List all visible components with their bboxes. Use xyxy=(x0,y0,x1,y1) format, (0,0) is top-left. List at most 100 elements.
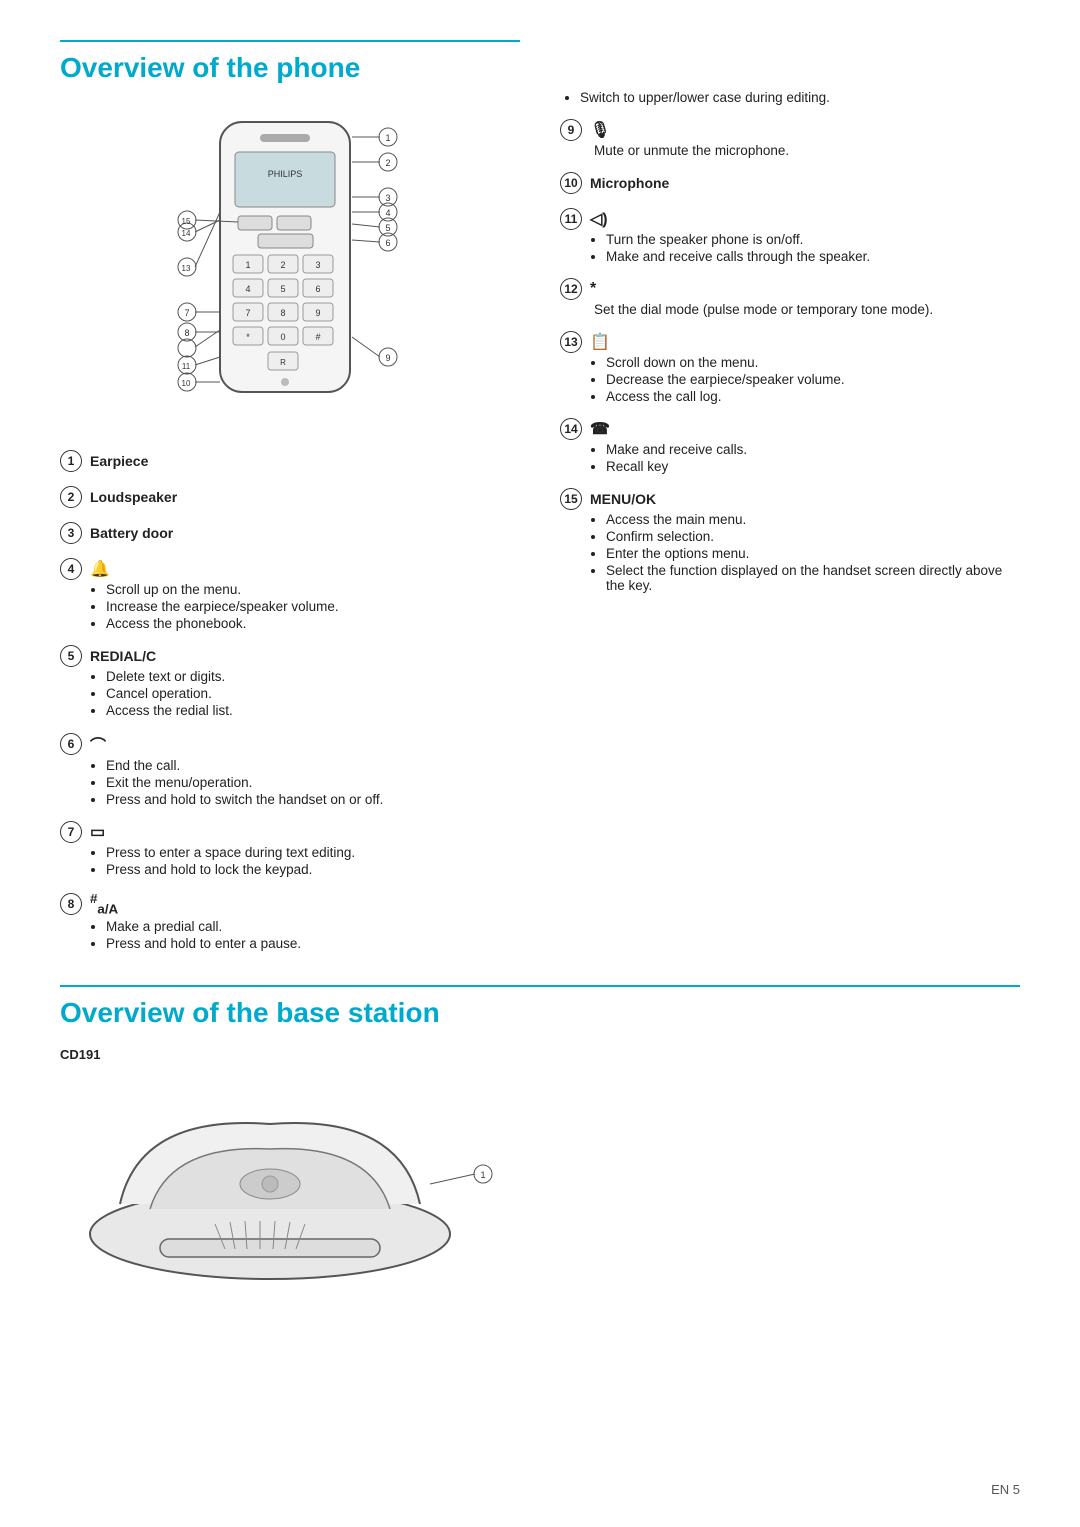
phone-svg: PHILIPS 1 2 3 4 5 6 xyxy=(160,112,420,412)
bullet: Press and hold to lock the keypad. xyxy=(106,862,520,877)
item-desc-9: Mute or unmute the microphone. xyxy=(560,143,1020,158)
item-bullets-13: Scroll down on the menu. Decrease the ea… xyxy=(560,355,1020,404)
item-label-10: Microphone xyxy=(590,175,669,191)
item-10: 10 Microphone xyxy=(560,172,1020,194)
bullet: Press and hold to enter a pause. xyxy=(106,936,520,951)
item-number-5: 5 xyxy=(60,645,82,667)
svg-text:8: 8 xyxy=(184,328,189,338)
base-station-title: Overview of the base station xyxy=(60,985,1020,1029)
svg-text:0: 0 xyxy=(280,332,285,342)
pre-bullets: Switch to upper/lower case during editin… xyxy=(560,90,1020,105)
item-number-2: 2 xyxy=(60,486,82,508)
item-label-2: Loudspeaker xyxy=(90,489,177,505)
item-number-10: 10 xyxy=(560,172,582,194)
item-icon-9: 🎙 xyxy=(590,120,610,140)
item-2: 2 Loudspeaker xyxy=(60,486,520,508)
base-model-label: CD191 xyxy=(60,1047,1020,1062)
item-bullets-6: End the call. Exit the menu/operation. P… xyxy=(60,758,520,807)
bullet: Make a predial call. xyxy=(106,919,520,934)
svg-text:3: 3 xyxy=(385,193,390,203)
bullet: Access the phonebook. xyxy=(106,616,520,631)
svg-text:4: 4 xyxy=(385,208,390,218)
item-icon-14: ☎ xyxy=(590,419,610,439)
base-station-diagram: 1 xyxy=(60,1074,1020,1294)
svg-text:6: 6 xyxy=(385,238,390,248)
svg-text:5: 5 xyxy=(385,223,390,233)
item-desc-12: Set the dial mode (pulse mode or tempora… xyxy=(560,302,1020,317)
bullet: Cancel operation. xyxy=(106,686,520,701)
item-label-15: MENU/OK xyxy=(590,491,656,507)
item-number-6: 6 xyxy=(60,733,82,755)
bullet: Increase the earpiece/speaker volume. xyxy=(106,599,520,614)
item-11: 11 ◁) Turn the speaker phone is on/off. … xyxy=(560,208,1020,264)
bullet: Recall key xyxy=(606,459,1020,474)
bullet: Access the call log. xyxy=(606,389,1020,404)
item-number-4: 4 xyxy=(60,558,82,580)
item-icon-11: ◁) xyxy=(590,209,608,229)
svg-text:1: 1 xyxy=(245,260,250,270)
svg-text:7: 7 xyxy=(245,308,250,318)
item-14: 14 ☎ Make and receive calls. Recall key xyxy=(560,418,1020,474)
item-12: 12 * Set the dial mode (pulse mode or te… xyxy=(560,278,1020,317)
item-icon-7: ▭ xyxy=(90,822,105,842)
item-icon-6: ⌒ xyxy=(90,732,106,756)
svg-text:14: 14 xyxy=(182,229,191,238)
svg-text:#: # xyxy=(315,332,320,342)
item-label-1: Earpiece xyxy=(90,453,148,469)
item-label-5: REDIAL/C xyxy=(90,648,156,664)
svg-text:10: 10 xyxy=(182,379,191,388)
svg-text:11: 11 xyxy=(182,362,191,371)
svg-text:8: 8 xyxy=(280,308,285,318)
svg-text:PHILIPS: PHILIPS xyxy=(268,169,303,179)
svg-text:9: 9 xyxy=(315,308,320,318)
svg-text:3: 3 xyxy=(315,260,320,270)
svg-text:15: 15 xyxy=(182,217,191,226)
page-number: EN 5 xyxy=(991,1482,1020,1497)
bullet: Make and receive calls through the speak… xyxy=(606,249,1020,264)
svg-text:1: 1 xyxy=(480,1170,485,1180)
item-icon-4: 🔔 xyxy=(90,559,110,579)
item-7: 7 ▭ Press to enter a space during text e… xyxy=(60,821,520,877)
svg-text:1: 1 xyxy=(385,133,390,143)
svg-text:2: 2 xyxy=(280,260,285,270)
item-number-14: 14 xyxy=(560,418,582,440)
item-6: 6 ⌒ End the call. Exit the menu/operatio… xyxy=(60,732,520,807)
item-4: 4 🔔 Scroll up on the menu. Increase the … xyxy=(60,558,520,631)
item-number-8: 8 xyxy=(60,893,82,915)
item-bullets-14: Make and receive calls. Recall key xyxy=(560,442,1020,474)
page-footer: EN 5 xyxy=(991,1482,1020,1497)
phone-diagram: PHILIPS 1 2 3 4 5 6 xyxy=(60,102,520,422)
item-13: 13 📋 Scroll down on the menu. Decrease t… xyxy=(560,331,1020,404)
bullet: Access the redial list. xyxy=(106,703,520,718)
bullet: Press and hold to switch the handset on … xyxy=(106,792,520,807)
phone-section-title: Overview of the phone xyxy=(60,40,520,84)
svg-text:*: * xyxy=(246,332,250,342)
item-number-7: 7 xyxy=(60,821,82,843)
item-icon-13: 📋 xyxy=(590,332,610,352)
svg-text:9: 9 xyxy=(385,353,390,363)
item-8: 8 #a/A Make a predial call. Press and ho… xyxy=(60,891,520,951)
bullet: Exit the menu/operation. xyxy=(106,775,520,790)
item-icon-8: #a/A xyxy=(90,891,118,917)
item-bullets-15: Access the main menu. Confirm selection.… xyxy=(560,512,1020,593)
bullet: Switch to upper/lower case during editin… xyxy=(580,90,1020,105)
svg-text:13: 13 xyxy=(182,264,191,273)
svg-text:5: 5 xyxy=(280,284,285,294)
bullet: End the call. xyxy=(106,758,520,773)
item-number-3: 3 xyxy=(60,522,82,544)
item-15: 15 MENU/OK Access the main menu. Confirm… xyxy=(560,488,1020,593)
item-number-9: 9 xyxy=(560,119,582,141)
bullet: Confirm selection. xyxy=(606,529,1020,544)
item-bullets-8: Make a predial call. Press and hold to e… xyxy=(60,919,520,951)
item-number-15: 15 xyxy=(560,488,582,510)
item-number-13: 13 xyxy=(560,331,582,353)
bullet: Enter the options menu. xyxy=(606,546,1020,561)
svg-text:6: 6 xyxy=(315,284,320,294)
svg-text:7: 7 xyxy=(184,308,189,318)
bullet: Press to enter a space during text editi… xyxy=(106,845,520,860)
item-bullets-4: Scroll up on the menu. Increase the earp… xyxy=(60,582,520,631)
item-9: 9 🎙 Mute or unmute the microphone. xyxy=(560,119,1020,158)
item-label-3: Battery door xyxy=(90,525,173,541)
base-svg: 1 xyxy=(60,1074,560,1294)
item-number-12: 12 xyxy=(560,278,582,300)
